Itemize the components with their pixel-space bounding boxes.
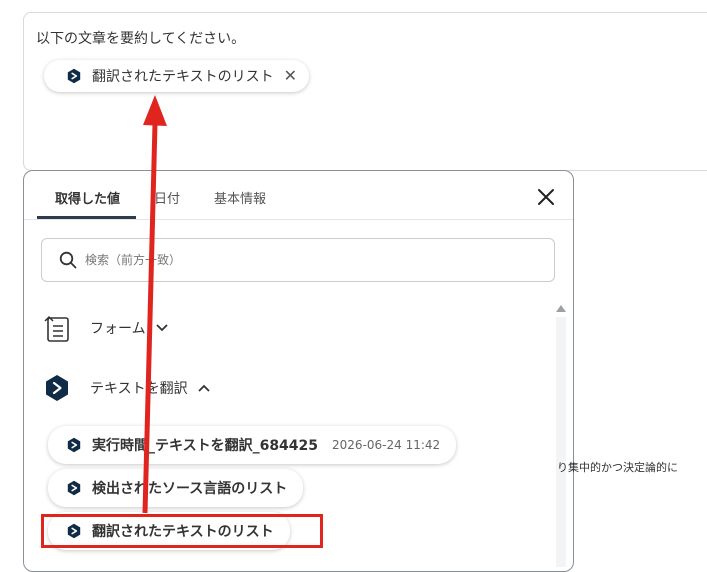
- output-chip-execution-time[interactable]: 実行時間_テキストを翻訳_684425 2026-06-24 11:42: [48, 426, 457, 464]
- tab-bar: 取得した値 日付 基本情報: [37, 171, 282, 219]
- chevron-down-icon[interactable]: [155, 324, 168, 332]
- variable-chip-translated-text[interactable]: 翻訳されたテキストのリスト ✕: [44, 60, 309, 92]
- annotation-highlight-box: [41, 514, 323, 548]
- close-icon[interactable]: [536, 187, 556, 207]
- chevron-up-icon[interactable]: [197, 384, 210, 392]
- tab-divider: [24, 219, 573, 220]
- remove-chip-icon[interactable]: ✕: [284, 68, 297, 84]
- deepl-icon: [67, 480, 81, 496]
- search-field[interactable]: [41, 238, 555, 282]
- tab-acquired-values[interactable]: 取得した値: [37, 171, 137, 219]
- scrollbar-track[interactable]: [556, 317, 566, 567]
- output-timestamp: 2026-06-24 11:42: [332, 438, 441, 452]
- chip-label: 翻訳されたテキストのリスト: [92, 69, 274, 85]
- deepl-icon: [67, 437, 81, 453]
- form-icon: [44, 315, 69, 342]
- deepl-icon: [67, 68, 81, 84]
- prompt-editor[interactable]: 以下の文章を要約してください。 翻訳されたテキストのリスト ✕: [23, 12, 707, 171]
- prompt-text: 以下の文章を要約してください。: [36, 31, 246, 47]
- output-label: 検出されたソース言語のリスト: [92, 481, 288, 497]
- section-translate-text[interactable]: テキストを翻訳: [44, 374, 210, 402]
- background-text-fragment: り集中的かつ決定論的に: [557, 461, 678, 474]
- section-form-label: フォーム: [90, 321, 146, 337]
- section-form[interactable]: フォーム: [44, 313, 168, 343]
- scroll-up-arrow[interactable]: [556, 305, 566, 312]
- search-icon: [59, 251, 77, 269]
- section-translate-label: テキストを翻訳: [90, 381, 188, 397]
- search-input[interactable]: [83, 252, 507, 268]
- tab-basic-info[interactable]: 基本情報: [196, 171, 282, 219]
- output-chip-detected-language[interactable]: 検出されたソース言語のリスト: [48, 469, 304, 507]
- deepl-icon: [46, 375, 68, 401]
- tab-date[interactable]: 日付: [136, 171, 196, 219]
- output-label: 実行時間_テキストを翻訳_684425: [92, 438, 319, 454]
